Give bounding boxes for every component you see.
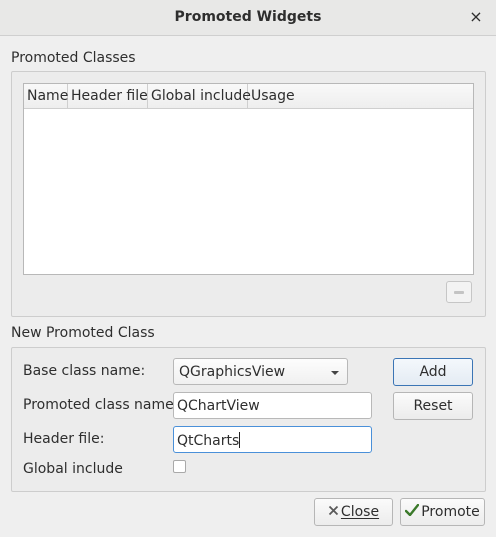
close-button[interactable]: Close [314, 498, 393, 526]
promoted-class-field[interactable]: QChartView [173, 392, 372, 419]
close-icon[interactable]: × [468, 8, 484, 26]
window-title: Promoted Widgets [174, 9, 322, 25]
header-file-label: Header file: [23, 431, 105, 447]
table-header: Name Header file Global include Usage [24, 84, 473, 109]
text-cursor [239, 432, 241, 448]
reset-button[interactable]: Reset [393, 392, 473, 420]
promote-button[interactable]: Promote [400, 498, 485, 526]
promoted-class-value: QChartView [177, 398, 260, 414]
close-button-label: Close [340, 504, 380, 520]
global-include-checkbox[interactable] [173, 460, 186, 473]
column-header-global-include[interactable]: Global include [148, 84, 251, 108]
add-button[interactable]: Add [393, 358, 473, 386]
base-class-combo[interactable]: QGraphicsView [173, 358, 348, 385]
remove-button[interactable] [446, 281, 472, 303]
header-file-value: QtCharts [177, 433, 240, 449]
promoted-classes-label: Promoted Classes [11, 50, 136, 66]
global-include-label: Global include [23, 461, 123, 477]
base-class-value: QGraphicsView [179, 364, 286, 380]
new-promoted-class-label: New Promoted Class [11, 325, 155, 341]
promoted-class-label: Promoted class name: [23, 397, 179, 413]
column-header-usage[interactable]: Usage [248, 84, 473, 108]
minus-icon [454, 291, 464, 294]
title-bar: Promoted Widgets × [0, 0, 496, 36]
chevron-down-icon [331, 371, 339, 375]
column-header-header-file[interactable]: Header file [68, 84, 148, 108]
promote-button-label: Promote [421, 504, 480, 520]
apply-icon [405, 499, 420, 525]
column-header-name[interactable]: Name [24, 84, 68, 108]
base-class-label: Base class name: [23, 363, 146, 379]
header-file-field[interactable]: QtCharts [173, 426, 372, 453]
close-icon [328, 499, 339, 525]
promoted-classes-table[interactable]: Name Header file Global include Usage [23, 83, 474, 275]
